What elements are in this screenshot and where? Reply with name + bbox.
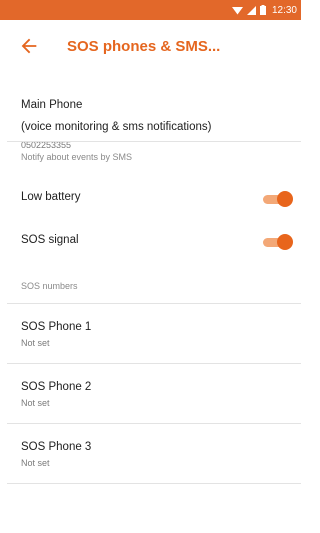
main-phone-subtitle: (voice monitoring & sms notifications) — [21, 121, 212, 133]
battery-icon — [259, 5, 266, 15]
main-phone-title: Main Phone — [21, 99, 83, 111]
sos-phone-item[interactable]: SOS Phone 3 Not set — [0, 424, 301, 483]
wifi-icon — [231, 6, 243, 14]
section-header-notify: Notify about events by SMS — [21, 152, 133, 162]
sos-phone-value: Not set — [21, 398, 50, 408]
sos-phone-value: Not set — [21, 338, 50, 348]
status-icons: 12:30 — [231, 0, 297, 20]
sos-signal-switch[interactable] — [263, 234, 293, 250]
sos-phone-item[interactable]: SOS Phone 2 Not set — [0, 364, 301, 423]
sos-signal-row[interactable]: SOS signal — [0, 220, 301, 260]
sos-signal-label: SOS signal — [21, 234, 79, 246]
arrow-back-icon[interactable] — [18, 35, 40, 57]
toolbar: SOS phones & SMS... — [0, 20, 301, 72]
sos-phone-value: Not set — [21, 458, 50, 468]
sos-phone-title: SOS Phone 2 — [21, 381, 92, 393]
divider — [7, 483, 301, 484]
signal-icon — [246, 5, 256, 15]
main-phone-item[interactable]: Main Phone (voice monitoring & sms notif… — [0, 92, 301, 154]
section-header-sos: SOS numbers — [21, 281, 78, 291]
status-time: 12:30 — [271, 4, 297, 16]
sos-phone-title: SOS Phone 1 — [21, 321, 92, 333]
page-title: SOS phones & SMS... — [67, 38, 221, 55]
low-battery-label: Low battery — [21, 191, 81, 203]
switch-thumb — [277, 191, 293, 207]
sos-phone-title: SOS Phone 3 — [21, 441, 92, 453]
sos-phone-item[interactable]: SOS Phone 1 Not set — [0, 304, 301, 363]
low-battery-switch[interactable] — [263, 191, 293, 207]
divider — [7, 141, 301, 142]
switch-thumb — [277, 234, 293, 250]
status-bar: 12:30 — [0, 0, 301, 20]
low-battery-row[interactable]: Low battery — [0, 178, 301, 218]
